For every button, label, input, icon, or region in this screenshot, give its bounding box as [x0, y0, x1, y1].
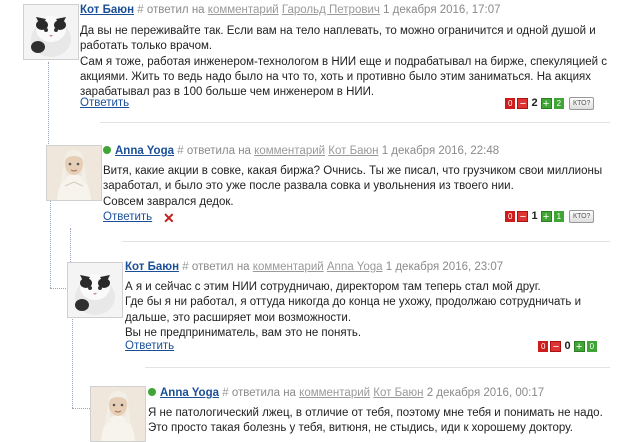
- comment-3-permalink[interactable]: #: [182, 261, 188, 273]
- separator: [122, 241, 610, 242]
- positive-count: 0: [586, 340, 598, 352]
- vote-down-icon[interactable]: −: [517, 210, 529, 222]
- avatar-cat[interactable]: [67, 262, 123, 318]
- anna-avatar-icon: [91, 387, 145, 441]
- thread-line-4: [50, 200, 51, 288]
- comment-1-permalink[interactable]: #: [137, 4, 143, 16]
- anna-avatar-icon: [47, 146, 101, 200]
- comment-3-paragraph: Где бы я ни работал, я оттуда никогда до…: [125, 296, 581, 324]
- comment-4-paragraph: Это просто такая болезнь у тебя, витюня,…: [148, 422, 573, 435]
- comment-2-action: ответила на: [186, 145, 251, 157]
- comment-2-meta: Anna Yoga # ответила на комментарий Кот …: [103, 145, 499, 157]
- comment-2-date: 1 декабря 2016, 22:48: [381, 145, 500, 157]
- comment-2-parent-author[interactable]: Кот Баюн: [328, 145, 378, 157]
- comment-1-author[interactable]: Кот Баюн: [80, 4, 134, 16]
- comment-1-reply-link[interactable]: комментарий: [208, 4, 279, 16]
- comment-2-paragraph: Совсем заврался дедок.: [103, 195, 234, 208]
- comment-3-date: 1 декабря 2016, 23:07: [385, 261, 504, 273]
- separator: [100, 122, 610, 123]
- negative-count: 0: [505, 97, 516, 109]
- comment-4-parent-author[interactable]: Кот Баюн: [373, 387, 423, 399]
- online-status-icon: [148, 388, 156, 396]
- comment-4-paragraph: Я не патологический лжец, в отличие от т…: [148, 407, 603, 419]
- positive-count: 2: [553, 97, 565, 109]
- comment-3-author[interactable]: Кот Баюн: [125, 261, 179, 273]
- comment-3-votes: 0 − 0 + 0: [538, 339, 602, 353]
- comment-3-action: ответил на: [191, 261, 250, 273]
- comment-2-body: Витя, какие акции в совке, какая биржа? …: [103, 164, 615, 210]
- vote-down-icon[interactable]: −: [550, 340, 562, 352]
- comment-3-reply-link[interactable]: комментарий: [253, 261, 324, 273]
- comment-2-reply-button[interactable]: Ответить: [103, 211, 152, 223]
- comment-4-action: ответила на: [231, 387, 296, 399]
- comment-1-body: Да вы не переживайте так. Если вам на те…: [80, 24, 615, 100]
- negative-count: 0: [505, 210, 516, 222]
- vote-down-icon[interactable]: −: [517, 97, 529, 109]
- cat-avatar-icon: [24, 5, 78, 59]
- comment-3-body: А я и сейчас с этим НИИ сотрудничаю, дир…: [125, 280, 615, 341]
- avatar-anna[interactable]: [46, 145, 102, 201]
- comment-3-meta: Кот Баюн # ответил на комментарий Anna Y…: [125, 261, 503, 273]
- comment-3-parent-author[interactable]: Anna Yoga: [327, 261, 383, 273]
- comment-3-paragraph: А я и сейчас с этим НИИ сотрудничаю, дир…: [125, 281, 541, 293]
- comment-1-action: ответил на: [146, 4, 205, 16]
- separator: [145, 367, 610, 368]
- thread-connector-5: [72, 408, 90, 409]
- avatar-anna[interactable]: [90, 386, 146, 442]
- delete-icon[interactable]: ✕: [163, 210, 175, 227]
- comment-2-votes: 0 − 1 + 1 КТО?: [505, 209, 595, 223]
- comment-4-author[interactable]: Anna Yoga: [160, 387, 219, 399]
- comment-1-meta: Кот Баюн # ответил на комментарий Гароль…: [80, 4, 501, 16]
- comment-3-reply-button[interactable]: Ответить: [125, 340, 174, 352]
- comment-1-reply-button[interactable]: Ответить: [80, 97, 129, 109]
- comment-1-paragraph: Да вы не переживайте так. Если вам на те…: [80, 25, 596, 53]
- comment-1-votes: 0 − 2 + 2 КТО?: [505, 96, 595, 110]
- vote-up-icon[interactable]: +: [540, 210, 552, 222]
- comment-4-permalink[interactable]: #: [222, 387, 228, 399]
- comment-2-paragraph: Витя, какие акции в совке, какая биржа? …: [103, 165, 603, 193]
- comment-1-date: 1 декабря 2016, 17:07: [383, 4, 501, 16]
- comment-4-meta: Anna Yoga # ответила на комментарий Кот …: [148, 387, 544, 399]
- score: 1: [531, 210, 538, 222]
- comment-1-parent-author[interactable]: Гарольд Петрович: [282, 4, 380, 16]
- comment-1-paragraph: Сам я тоже, работая инженером-технологом…: [80, 55, 608, 99]
- negative-count: 0: [538, 340, 549, 352]
- score: 2: [531, 97, 538, 109]
- who-voted-button[interactable]: КТО?: [569, 209, 595, 223]
- comment-4-reply-link[interactable]: комментарий: [299, 387, 370, 399]
- online-status-icon: [103, 146, 111, 154]
- positive-count: 1: [553, 210, 565, 222]
- comment-4-date: 2 декабря 2016, 00:17: [426, 387, 545, 399]
- avatar-cat[interactable]: [23, 4, 79, 60]
- comment-4-body: Я не патологический лжец, в отличие от т…: [148, 406, 618, 437]
- cat-avatar-icon: [68, 263, 122, 317]
- score: 0: [564, 340, 571, 352]
- who-voted-button[interactable]: КТО?: [569, 96, 595, 110]
- vote-up-icon[interactable]: +: [573, 340, 585, 352]
- comment-2-permalink[interactable]: #: [177, 145, 183, 157]
- comment-2-author[interactable]: Anna Yoga: [115, 145, 174, 157]
- vote-up-icon[interactable]: +: [540, 97, 552, 109]
- comment-2-reply-link[interactable]: комментарий: [254, 145, 325, 157]
